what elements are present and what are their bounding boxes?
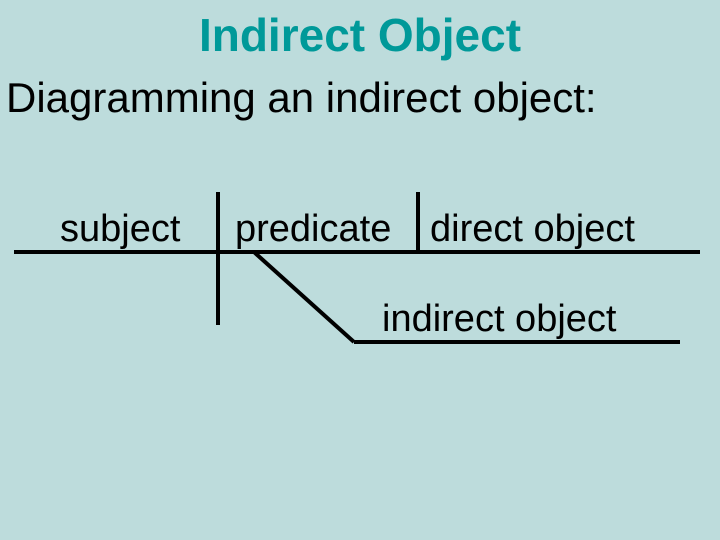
- sentence-diagram: [0, 0, 720, 540]
- indirect-object-slant: [254, 252, 354, 342]
